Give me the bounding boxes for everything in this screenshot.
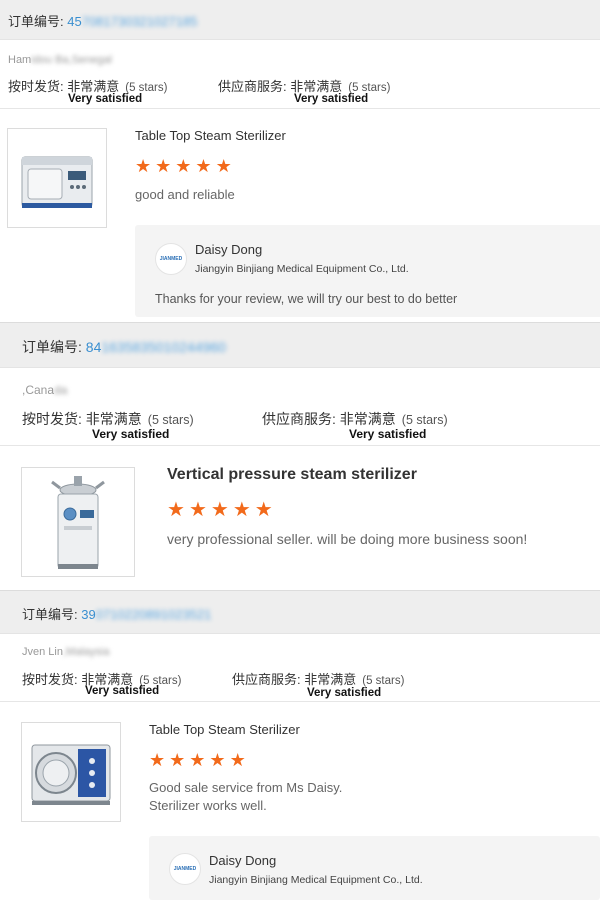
shipping-satisfied: Very satisfied: [85, 685, 160, 697]
table-sterilizer-product-image[interactable]: [21, 722, 121, 822]
buyer-location: Hamidou Ba,Senegal: [8, 54, 112, 66]
service-rating: 供应商服务: 非常满意 (5 stars): [262, 411, 448, 427]
reply-author: Daisy Dong: [209, 853, 277, 868]
product-title[interactable]: Table Top Steam Sterilizer: [149, 722, 300, 737]
star-icon: ★: [209, 750, 226, 770]
shipping-rating: 按时发货: 非常满意 (5 stars): [22, 411, 194, 427]
star-icon: ★: [215, 156, 232, 176]
company-logo-icon: JIANMED: [155, 243, 187, 275]
review-comment: Good sale service from Ms Daisy. Sterili…: [149, 779, 342, 815]
shipping-satisfied: Very satisfied: [68, 93, 143, 105]
seller-reply: JIANMED Daisy Dong Jiangyin Binjiang Med…: [149, 836, 600, 900]
star-icon: ★: [169, 750, 186, 770]
shipping-satisfied: Very satisfied: [92, 427, 170, 441]
star-icon: ★: [167, 499, 185, 521]
autoclave-product-image[interactable]: [7, 128, 107, 228]
seller-reply: JIANMED Daisy Dong Jiangyin Binjiang Med…: [135, 225, 600, 317]
order-header: 订单编号: 457081730321027185: [0, 0, 600, 40]
reply-text: Thanks for your review, we will try our …: [155, 292, 458, 306]
service-satisfied: Very satisfied: [307, 687, 382, 699]
product-title[interactable]: Vertical pressure steam sterilizer: [167, 466, 417, 484]
star-icon: ★: [155, 156, 172, 176]
review-comment-line: Good sale service from Ms Daisy.: [149, 780, 343, 795]
divider: [0, 701, 600, 702]
review-stars: ★ ★ ★ ★ ★: [167, 500, 273, 520]
star-icon: ★: [135, 156, 152, 176]
star-icon: ★: [149, 750, 166, 770]
service-rating: 供应商服务: 非常满意 (5 stars): [232, 672, 405, 687]
divider: [0, 445, 600, 446]
review-comment: very professional seller. will be doing …: [167, 531, 528, 547]
divider: [0, 108, 600, 109]
buyer-location: ,Canada: [22, 383, 68, 397]
order-number: 订单编号: 841635835010244960: [22, 339, 226, 355]
review-comment: good and reliable: [135, 187, 235, 202]
star-icon: ★: [232, 499, 251, 521]
reply-author: Daisy Dong: [195, 242, 263, 257]
review-comment-line: Sterilizer works well.: [149, 798, 267, 813]
review-stars: ★ ★ ★ ★ ★: [135, 157, 232, 175]
company-logo-icon: JIANMED: [169, 853, 201, 885]
star-icon: ★: [210, 499, 229, 521]
reply-company: Jiangyin Binjiang Medical Equipment Co.,…: [195, 263, 409, 275]
order-number: 订单编号: 390710220891023521: [22, 607, 212, 622]
star-icon: ★: [195, 156, 212, 176]
service-satisfied: Very satisfied: [294, 93, 369, 105]
review-stars: ★ ★ ★ ★ ★: [149, 751, 246, 769]
order-header: 订单编号: 841635835010244960: [0, 322, 600, 368]
service-satisfied: Very satisfied: [349, 427, 427, 441]
reply-company: Jiangyin Binjiang Medical Equipment Co.,…: [209, 874, 423, 886]
star-icon: ★: [229, 750, 246, 770]
star-icon: ★: [254, 499, 273, 521]
vertical-sterilizer-product-image[interactable]: [21, 467, 135, 577]
star-icon: ★: [175, 156, 192, 176]
buyer-location: Jven Lin,Malaysia: [22, 646, 110, 658]
star-icon: ★: [188, 499, 207, 521]
order-header: 订单编号: 390710220891023521: [0, 590, 600, 634]
order-number: 订单编号: 457081730321027185: [8, 14, 198, 29]
star-icon: ★: [189, 750, 206, 770]
product-title[interactable]: Table Top Steam Sterilizer: [135, 128, 286, 143]
